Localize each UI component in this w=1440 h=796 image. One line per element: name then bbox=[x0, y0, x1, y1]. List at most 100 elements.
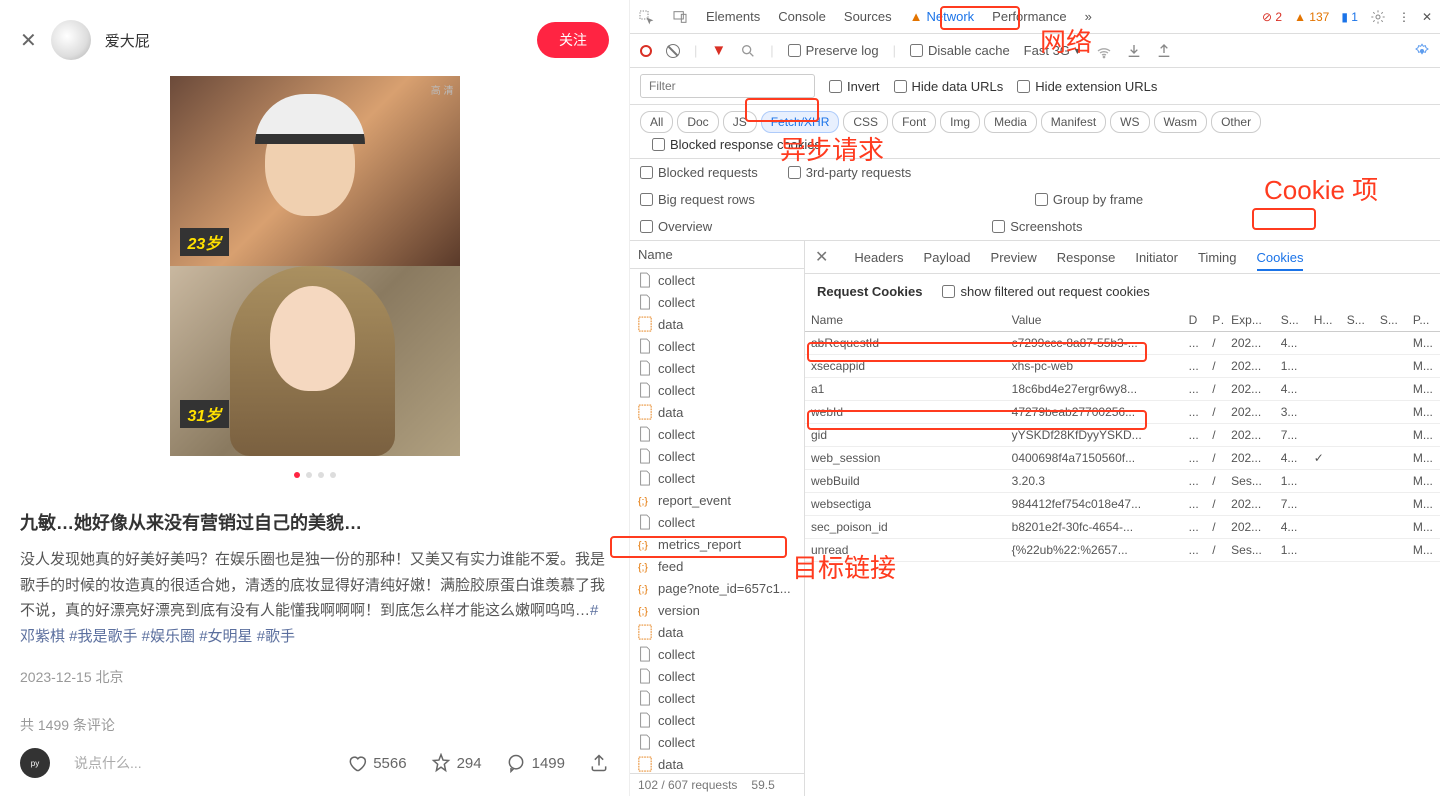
like-button[interactable]: 5566 bbox=[347, 753, 406, 773]
kebab-icon[interactable]: ⋮ bbox=[1398, 10, 1410, 24]
request-row[interactable]: {;}report_event bbox=[630, 489, 804, 511]
author-name[interactable]: 爱大屁 bbox=[105, 30, 150, 51]
comment-input[interactable]: 说点什么... bbox=[74, 753, 142, 773]
request-row[interactable]: data bbox=[630, 621, 804, 643]
warning-count[interactable]: ▲ 137 bbox=[1294, 10, 1329, 24]
network-settings-icon[interactable] bbox=[1414, 43, 1430, 59]
type-filter-css[interactable]: CSS bbox=[843, 111, 888, 133]
tab-sources[interactable]: Sources bbox=[844, 9, 892, 24]
comment-button[interactable]: 1499 bbox=[506, 753, 565, 773]
cookie-row[interactable]: webBuild3.20.3.../Ses...1...M... bbox=[805, 470, 1440, 493]
tab-preview[interactable]: Preview bbox=[991, 250, 1037, 265]
export-har-icon[interactable] bbox=[1156, 43, 1172, 59]
cookie-row[interactable]: unread{%22ub%22:%2657....../Ses...1...M.… bbox=[805, 539, 1440, 562]
tab-network[interactable]: ▲ Network bbox=[910, 9, 975, 24]
tab-console[interactable]: Console bbox=[778, 9, 826, 24]
tab-performance[interactable]: Performance bbox=[992, 9, 1066, 24]
group-by-frame-checkbox[interactable]: Group by frame bbox=[1035, 192, 1143, 207]
request-row[interactable]: data bbox=[630, 401, 804, 423]
tab-cookies[interactable]: Cookies bbox=[1257, 250, 1304, 271]
follow-button[interactable]: 关注 bbox=[537, 22, 609, 58]
screenshots-checkbox[interactable]: Screenshots bbox=[992, 219, 1082, 234]
request-row[interactable]: {;}feed bbox=[630, 555, 804, 577]
show-filtered-checkbox[interactable]: show filtered out request cookies bbox=[942, 284, 1149, 299]
hide-data-urls-checkbox[interactable]: Hide data URLs bbox=[894, 79, 1004, 94]
current-user-avatar[interactable]: py bbox=[20, 748, 50, 778]
cookie-row[interactable]: sec_poison_idb8201e2f-30fc-4654-....../2… bbox=[805, 516, 1440, 539]
cookie-row[interactable]: webId47279beab27700256....../202...3...M… bbox=[805, 401, 1440, 424]
type-filter-manifest[interactable]: Manifest bbox=[1041, 111, 1106, 133]
blocked-requests-checkbox[interactable]: Blocked requests bbox=[640, 165, 758, 180]
preserve-log-checkbox[interactable]: Preserve log bbox=[788, 43, 879, 58]
type-filter-wasm[interactable]: Wasm bbox=[1154, 111, 1208, 133]
request-row[interactable]: collect bbox=[630, 665, 804, 687]
throttling-select[interactable]: Fast 3G ▼ bbox=[1024, 43, 1082, 58]
filter-input[interactable] bbox=[640, 74, 815, 98]
tabs-overflow-icon[interactable]: » bbox=[1085, 9, 1092, 24]
cookie-row[interactable]: gidyYSKDf28KfDyyYSKD....../202...7...M..… bbox=[805, 424, 1440, 447]
cookie-row[interactable]: xsecappidxhs-pc-web.../202...1...M... bbox=[805, 355, 1440, 378]
error-count[interactable]: ⊘ 2 bbox=[1262, 10, 1282, 24]
type-filter-media[interactable]: Media bbox=[984, 111, 1037, 133]
request-row[interactable]: collect bbox=[630, 445, 804, 467]
star-button[interactable]: 294 bbox=[431, 753, 482, 773]
request-row[interactable]: {;}version bbox=[630, 599, 804, 621]
close-icon[interactable]: ✕ bbox=[20, 28, 37, 53]
tab-response[interactable]: Response bbox=[1057, 250, 1116, 265]
select-element-icon[interactable] bbox=[638, 9, 654, 25]
request-row[interactable]: collect bbox=[630, 291, 804, 313]
devtools-close-icon[interactable]: ✕ bbox=[1422, 10, 1432, 24]
type-filter-doc[interactable]: Doc bbox=[677, 111, 718, 133]
cookie-row[interactable]: websectiga984412fef754c018e47....../202.… bbox=[805, 493, 1440, 516]
network-conditions-icon[interactable] bbox=[1096, 43, 1112, 59]
import-har-icon[interactable] bbox=[1126, 43, 1142, 59]
request-row[interactable]: collect bbox=[630, 423, 804, 445]
clear-icon[interactable] bbox=[666, 44, 680, 58]
request-row[interactable]: collect bbox=[630, 335, 804, 357]
request-row[interactable]: collect bbox=[630, 709, 804, 731]
request-row[interactable]: collect bbox=[630, 687, 804, 709]
cookies-table[interactable]: NameValueDPExp...S...H...S...S...P... ab… bbox=[805, 309, 1440, 796]
type-filter-ws[interactable]: WS bbox=[1110, 111, 1149, 133]
request-row[interactable]: data bbox=[630, 753, 804, 773]
request-row[interactable]: collect bbox=[630, 467, 804, 489]
overview-checkbox[interactable]: Overview bbox=[640, 219, 712, 234]
type-filter-all[interactable]: All bbox=[640, 111, 673, 133]
third-party-checkbox[interactable]: 3rd-party requests bbox=[788, 165, 912, 180]
big-rows-checkbox[interactable]: Big request rows bbox=[640, 192, 755, 207]
tab-timing[interactable]: Timing bbox=[1198, 250, 1237, 265]
type-filter-img[interactable]: Img bbox=[940, 111, 980, 133]
cookie-row[interactable]: abRequestIdc7299ccc-8a87-55b3-....../202… bbox=[805, 332, 1440, 355]
request-row[interactable]: collect bbox=[630, 511, 804, 533]
cookie-row[interactable]: a118c6bd4e27ergr6wy8....../202...4...M..… bbox=[805, 378, 1440, 401]
request-row[interactable]: {;}page?note_id=657c1... bbox=[630, 577, 804, 599]
tab-payload[interactable]: Payload bbox=[924, 250, 971, 265]
disable-cache-checkbox[interactable]: Disable cache bbox=[910, 43, 1010, 58]
settings-icon[interactable] bbox=[1370, 9, 1386, 25]
detail-close-icon[interactable]: ✕ bbox=[815, 247, 828, 267]
post-image[interactable]: 高 清 23岁 31岁 bbox=[20, 76, 609, 456]
type-filter-js[interactable]: JS bbox=[723, 111, 757, 133]
author-avatar[interactable] bbox=[51, 20, 91, 60]
device-toolbar-icon[interactable] bbox=[672, 9, 688, 25]
share-button[interactable] bbox=[589, 753, 609, 773]
search-icon[interactable] bbox=[740, 43, 756, 59]
request-row[interactable]: data bbox=[630, 313, 804, 335]
record-icon[interactable] bbox=[640, 45, 652, 57]
type-filter-fetch-xhr[interactable]: Fetch/XHR bbox=[761, 111, 840, 133]
type-filter-other[interactable]: Other bbox=[1211, 111, 1261, 133]
filter-icon[interactable]: ▼ bbox=[711, 42, 726, 59]
info-count[interactable]: ▮ 1 bbox=[1341, 10, 1358, 24]
request-row[interactable]: collect bbox=[630, 379, 804, 401]
blocked-response-cookies-checkbox[interactable]: Blocked response cookies bbox=[652, 137, 821, 152]
cookie-row[interactable]: web_session0400698f4a7150560f....../202.… bbox=[805, 447, 1440, 470]
request-row[interactable]: collect bbox=[630, 643, 804, 665]
request-row[interactable]: collect bbox=[630, 269, 804, 291]
tab-elements[interactable]: Elements bbox=[706, 9, 760, 24]
invert-checkbox[interactable]: Invert bbox=[829, 79, 880, 94]
type-filter-font[interactable]: Font bbox=[892, 111, 936, 133]
carousel-dots[interactable] bbox=[20, 466, 609, 481]
request-row[interactable]: collect bbox=[630, 357, 804, 379]
tab-headers[interactable]: Headers bbox=[854, 250, 903, 265]
hide-ext-urls-checkbox[interactable]: Hide extension URLs bbox=[1017, 79, 1157, 94]
